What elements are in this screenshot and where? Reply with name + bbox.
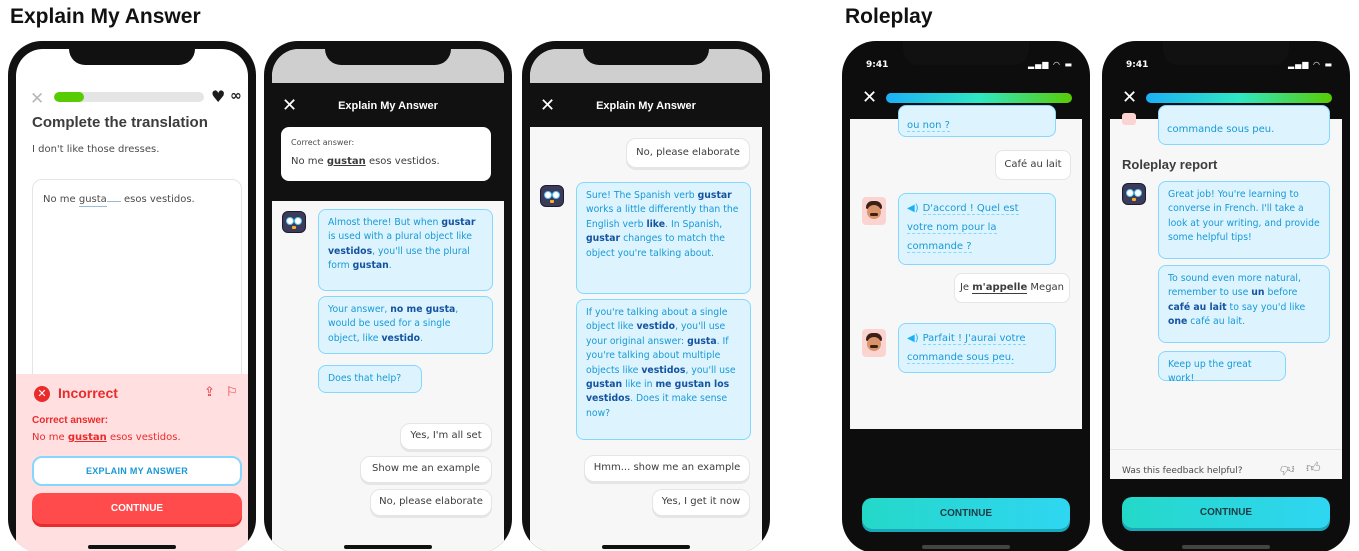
card-label: Correct answer: [291, 138, 355, 147]
duo-owl-avatar [282, 211, 306, 233]
home-indicator [1182, 545, 1270, 549]
continue-button[interactable]: CONTINUE [32, 493, 242, 524]
report-message-1: Great job! You're learning to converse i… [1158, 181, 1330, 259]
duo-owl-avatar [540, 185, 564, 207]
section-title-explain: Explain My Answer [10, 5, 201, 28]
phone-notch [903, 41, 1029, 65]
footer-area: CONTINUE [850, 429, 1082, 551]
lesson-progress-fill [54, 92, 84, 102]
correct-answer-card: Correct answer: No me gustan esos vestid… [281, 127, 491, 181]
character-message-2: ◀) Parfait ! J'aurai votre commande sous p… [898, 323, 1056, 373]
cut-off-bubble: ou non ? [898, 105, 1056, 137]
phone-notch [1163, 41, 1289, 65]
phone-notch [69, 41, 195, 65]
reply-option-2[interactable]: Yes, I get it now [652, 489, 750, 516]
section-title-roleplay: Roleplay [845, 5, 933, 28]
close-icon[interactable]: ✕ [862, 89, 877, 107]
phone-notch [583, 41, 709, 65]
translation-prompt: I don't like those dresses. [32, 144, 160, 155]
phone-explain-2: ✕ Explain My Answer No, please elaborate… [522, 41, 770, 551]
close-icon[interactable]: ✕ [1122, 89, 1137, 107]
incorrect-x-icon: ✕ [34, 386, 50, 402]
duo-message-1: Almost there! But when gustar is used wi… [318, 209, 493, 291]
sheet-title: Explain My Answer [596, 100, 696, 112]
home-indicator [602, 545, 690, 549]
user-reply: No, please elaborate [626, 138, 750, 168]
heart-icon: ♥ [211, 87, 226, 106]
home-indicator [922, 545, 1010, 549]
correct-answer-label: Correct answer: [32, 415, 109, 426]
phone-lesson-incorrect: ✕ ♥ ∞ Complete the translation I don't l… [8, 41, 256, 551]
phone-roleplay-report: 9:41 ▂▄▆ ◠ ▬ ✕ commande sous peu. Rolepl… [1102, 41, 1350, 551]
character-avatar [1122, 113, 1136, 125]
share-icon[interactable]: ⇪ [204, 385, 215, 400]
reply-option-2[interactable]: Show me an example [360, 456, 492, 483]
user-message-1: Café au lait [995, 150, 1071, 180]
continue-button[interactable]: CONTINUE [862, 498, 1070, 529]
close-icon[interactable]: ✕ [30, 91, 44, 108]
explain-my-answer-button[interactable]: EXPLAIN MY ANSWER [32, 456, 242, 486]
home-indicator [88, 545, 176, 549]
hearts-count: ∞ [230, 88, 242, 104]
roleplay-progress-bar [1146, 93, 1332, 103]
phone-notch [325, 41, 451, 65]
reply-option-3[interactable]: No, please elaborate [370, 489, 492, 516]
thumbs-down-icon[interactable]: 👍︎ [1280, 461, 1295, 478]
feedback-question: Was this feedback helpful? [1122, 466, 1243, 476]
reply-option-1[interactable]: Yes, I'm all set [400, 423, 492, 450]
answer-text: No me gusta esos vestidos. [43, 194, 195, 207]
report-flag-icon[interactable]: ⚐ [226, 385, 238, 400]
status-icons: ▂▄▆ ◠ ▬ [1288, 60, 1334, 69]
reply-option-1[interactable]: Hmm... show me an example [584, 455, 750, 482]
duo-owl-avatar [1122, 183, 1146, 205]
task-title: Complete the translation [32, 114, 208, 131]
character-avatar [862, 329, 886, 357]
answer-input-box[interactable]: No me gusta esos vestidos. [32, 179, 242, 384]
duo-message-3: Does that help? [318, 365, 422, 393]
sheet-header: ✕ Explain My Answer Correct answer: No m… [272, 83, 504, 201]
speaker-icon[interactable]: ◀) [907, 333, 919, 344]
status-time: 9:41 [866, 60, 889, 70]
character-message-1: ◀) D'accord ! Quel est votre nom pour la co… [898, 193, 1056, 265]
incorrect-title: Incorrect [58, 385, 118, 401]
report-message-2: To sound even more natural, remember to … [1158, 265, 1330, 343]
user-message-2: Je m'appelle Megan [954, 273, 1070, 303]
sheet-title: Explain My Answer [338, 100, 438, 112]
duo-message-1: Sure! The Spanish verb gustar works a li… [576, 182, 751, 294]
report-title: Roleplay report [1122, 157, 1218, 172]
character-avatar [862, 197, 886, 225]
answer-blank[interactable]: gusta [78, 194, 107, 207]
phone-explain-1: ✕ Explain My Answer Correct answer: No m… [264, 41, 512, 551]
status-icons: ▂▄▆ ◠ ▬ [1028, 60, 1074, 69]
continue-button[interactable]: CONTINUE [1122, 497, 1330, 528]
duo-message-2: Your answer, no me gusta, would be used … [318, 296, 493, 354]
status-time: 9:41 [1126, 60, 1149, 70]
home-indicator [344, 545, 432, 549]
thumbs-up-icon[interactable]: 👍︎ [1306, 459, 1321, 476]
speaker-icon[interactable]: ◀) [907, 203, 919, 214]
lesson-progress-bar [54, 92, 204, 102]
report-message-3: Keep up the great work! [1158, 351, 1286, 384]
card-answer: No me gustan esos vestidos. [291, 156, 440, 167]
footer-area: CONTINUE [1110, 479, 1342, 551]
sheet-header: ✕ Explain My Answer [530, 83, 762, 127]
correct-answer-text: No me gustan esos vestidos. [32, 432, 181, 443]
divider [1110, 449, 1342, 450]
roleplay-progress-bar [886, 93, 1072, 103]
phone-roleplay-chat: 9:41 ▂▄▆ ◠ ▬ ✕ ou non ? Café au lait ◀) D… [842, 41, 1090, 551]
duo-message-2: If you're talking about a single object … [576, 299, 751, 440]
cut-off-bubble: commande sous peu. [1158, 105, 1330, 145]
incorrect-panel: ✕ Incorrect ⇪ ⚐ Correct answer: No me gu… [16, 374, 248, 551]
